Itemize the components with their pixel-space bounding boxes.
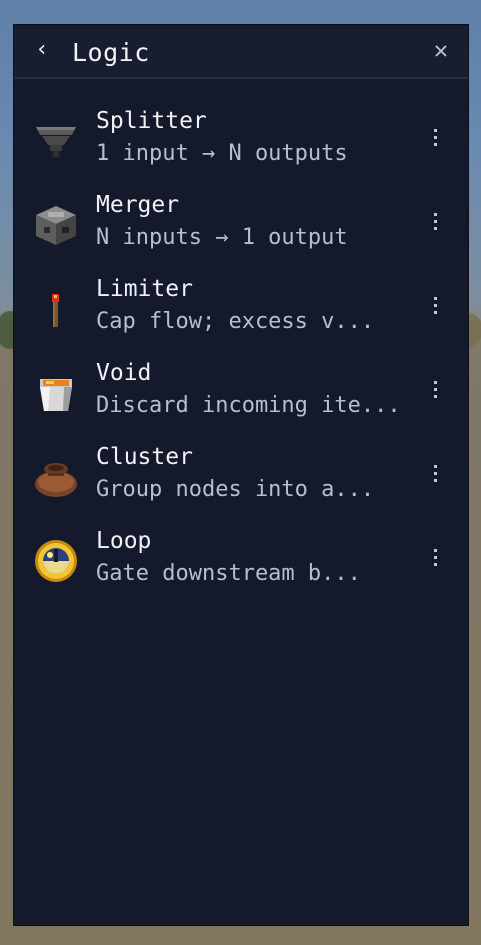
chevron-left-icon: ‹	[35, 37, 49, 62]
dropper-block-icon	[36, 206, 76, 245]
item-menu-button[interactable]	[426, 545, 444, 581]
item-menu-button[interactable]	[426, 377, 444, 413]
item-menu-button[interactable]	[426, 209, 444, 245]
list-item-loop[interactable]: Loop Gate downstream b...	[14, 521, 468, 605]
item-name: Loop	[96, 528, 152, 554]
item-name: Limiter	[96, 276, 193, 302]
item-menu-button[interactable]	[426, 125, 444, 161]
list-item-void[interactable]: Void Discard incoming ite...	[14, 353, 468, 437]
more-vertical-icon	[426, 465, 444, 482]
node-list: Splitter 1 input → N outputs Merger N in…	[14, 101, 468, 605]
close-icon: ✕	[433, 36, 449, 64]
item-name: Merger	[96, 192, 180, 218]
item-description: Group nodes into a...	[96, 477, 375, 502]
item-menu-button[interactable]	[426, 293, 444, 329]
lava-bucket-icon	[40, 379, 72, 411]
list-item-merger[interactable]: Merger N inputs → 1 output	[14, 185, 468, 269]
panel-header: ‹ Logic ✕	[14, 25, 468, 79]
logic-panel: ‹ Logic ✕ Splitter 1 input → N outputs M…	[13, 24, 469, 926]
item-description: Cap flow; excess v...	[96, 309, 375, 334]
more-vertical-icon	[426, 381, 444, 398]
item-menu-button[interactable]	[426, 461, 444, 497]
panel-title: Logic	[72, 38, 150, 67]
list-item-limiter[interactable]: Limiter Cap flow; excess v...	[14, 269, 468, 353]
bundle-icon	[35, 463, 77, 497]
list-item-cluster[interactable]: Cluster Group nodes into a...	[14, 437, 468, 521]
clock-icon	[35, 540, 77, 582]
item-description: Gate downstream b...	[96, 561, 361, 586]
more-vertical-icon	[426, 129, 444, 146]
back-button[interactable]: ‹	[30, 37, 54, 65]
item-name: Splitter	[96, 108, 207, 134]
hopper-funnel-icon	[36, 127, 76, 157]
item-name: Void	[96, 360, 152, 386]
item-name: Cluster	[96, 444, 193, 470]
item-description: Discard incoming ite...	[96, 393, 401, 418]
more-vertical-icon	[426, 549, 444, 566]
redstone-torch-icon	[52, 294, 59, 327]
close-button[interactable]: ✕	[428, 37, 454, 65]
more-vertical-icon	[426, 297, 444, 314]
more-vertical-icon	[426, 213, 444, 230]
item-description: 1 input → N outputs	[96, 141, 348, 166]
list-item-splitter[interactable]: Splitter 1 input → N outputs	[14, 101, 468, 185]
item-description: N inputs → 1 output	[96, 225, 348, 250]
